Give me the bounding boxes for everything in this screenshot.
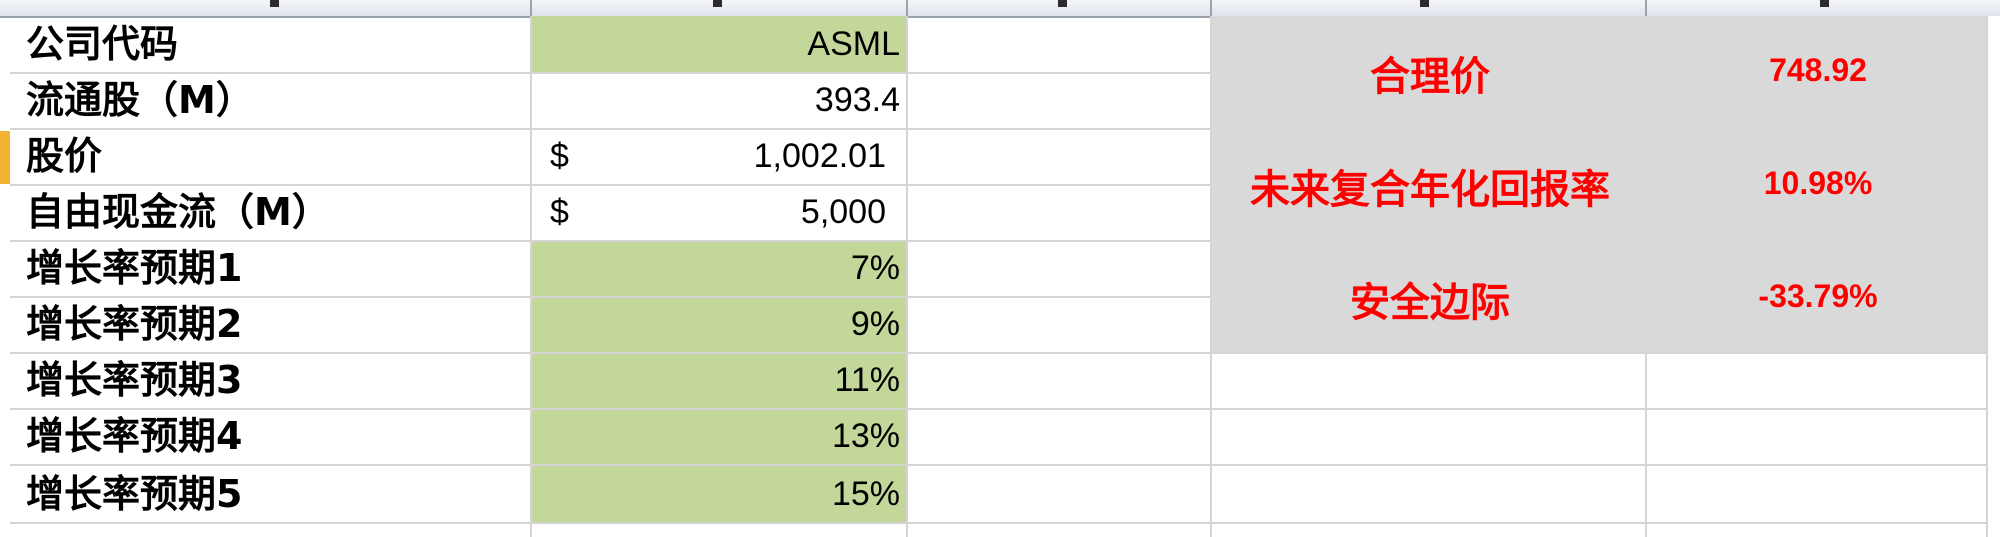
price-currency: $ [550, 137, 569, 175]
price-value[interactable]: 1,002.01 [600, 128, 886, 184]
column-divider[interactable] [530, 0, 532, 16]
shares-value[interactable]: 393.4 [540, 72, 900, 128]
safety-margin-value[interactable]: -33.79% [1650, 278, 1986, 315]
growth-1-value[interactable]: 7% [540, 240, 900, 296]
grid-line [906, 16, 908, 537]
label-ticker: 公司代码 [26, 22, 179, 66]
column-header-glyph [270, 0, 279, 7]
label-growth-3: 增长率预期3 [26, 358, 243, 402]
safety-margin-label: 安全边际 [1350, 280, 1510, 326]
sheet-edge [1986, 16, 2000, 537]
column-divider[interactable] [1645, 0, 1647, 16]
cagr-value[interactable]: 10.98% [1650, 165, 1986, 202]
label-growth-4: 增长率预期4 [26, 414, 243, 458]
column-divider[interactable] [906, 0, 908, 16]
grid-line [1645, 352, 1647, 537]
column-divider[interactable] [1210, 0, 1212, 16]
grid-line [10, 522, 1986, 524]
fair-price-value[interactable]: 748.92 [1650, 52, 1986, 89]
column-header-glyph [713, 0, 722, 7]
label-price: 股价 [26, 134, 103, 178]
fcf-currency: $ [550, 193, 569, 231]
growth-4-value[interactable]: 13% [540, 408, 900, 464]
growth-5-value[interactable]: 15% [540, 466, 900, 522]
column-header-glyph [1058, 0, 1067, 7]
fair-price-label: 合理价 [1370, 54, 1490, 100]
label-growth-1: 增长率预期1 [26, 246, 243, 290]
cagr-label: 未来复合年化回报率 [1250, 167, 1610, 213]
grid-line [530, 16, 532, 537]
fcf-value[interactable]: 5,000 [600, 184, 886, 240]
column-header-glyph [1420, 0, 1429, 7]
label-growth-2: 增长率预期2 [26, 302, 243, 346]
label-fcf: 自由现金流（M） [26, 190, 330, 234]
column-header-glyph [1820, 0, 1829, 7]
growth-3-value[interactable]: 11% [540, 352, 900, 408]
ticker-value[interactable]: ASML [540, 16, 900, 72]
selected-row-indicator [0, 131, 10, 184]
label-shares: 流通股（M） [26, 78, 254, 122]
growth-2-value[interactable]: 9% [540, 296, 900, 352]
label-growth-5: 增长率预期5 [26, 472, 243, 516]
